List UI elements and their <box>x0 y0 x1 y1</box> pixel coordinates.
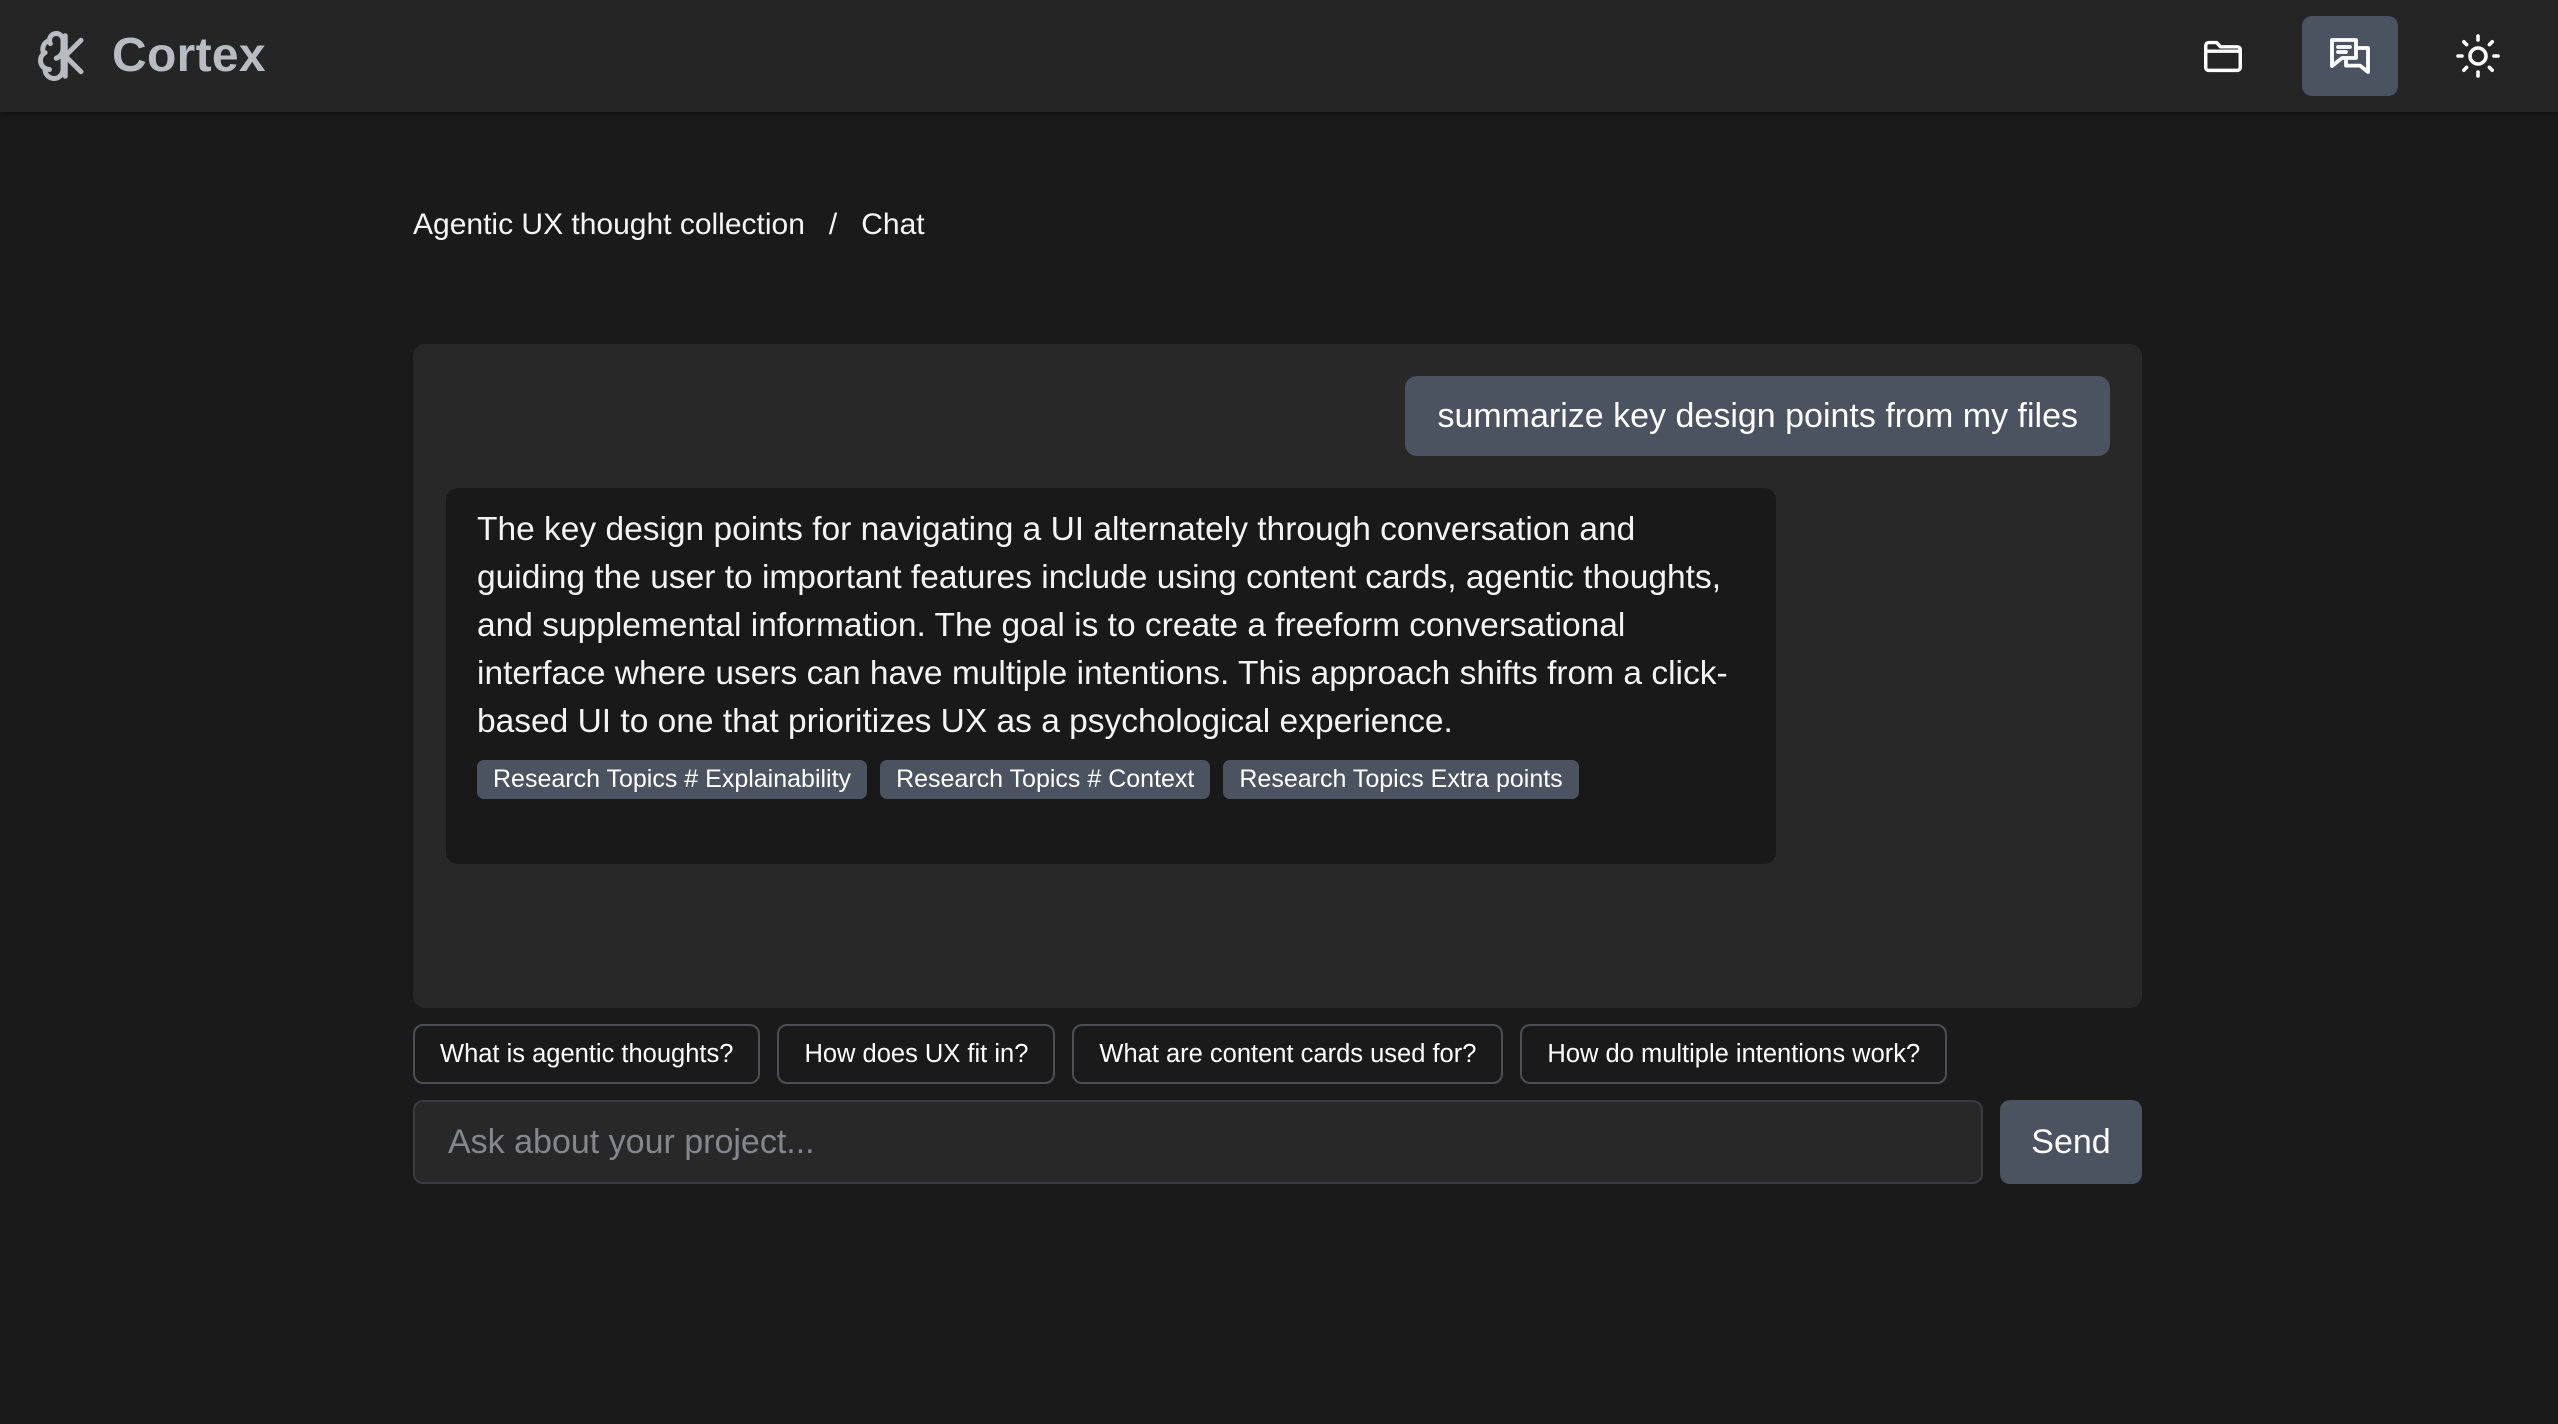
breadcrumb: Agentic UX thought collection / Chat <box>413 208 925 242</box>
brain-icon <box>38 30 84 81</box>
source-tag[interactable]: Research Topics Extra points <box>1223 760 1579 799</box>
breadcrumb-separator: / <box>828 208 838 241</box>
folder-icon <box>2204 40 2242 73</box>
brand[interactable]: Cortex <box>36 28 266 83</box>
top-bar: Cortex <box>0 0 2558 112</box>
app-name: Cortex <box>112 29 266 82</box>
suggestion-chip[interactable]: How does UX fit in? <box>777 1024 1056 1084</box>
user-message: summarize key design points from my file… <box>1405 376 2110 456</box>
assistant-message: The key design points for navigating a U… <box>446 488 1776 864</box>
breadcrumb-project[interactable]: Agentic UX thought collection <box>413 208 805 242</box>
suggested-prompts: What is agentic thoughts? How does UX fi… <box>413 1024 1948 1084</box>
chat-input[interactable] <box>413 1100 1983 1184</box>
source-tag[interactable]: Research Topics # Context <box>880 760 1211 799</box>
breadcrumb-current: Chat <box>861 208 925 241</box>
chat-icon <box>2330 38 2370 74</box>
files-button[interactable] <box>2175 16 2271 96</box>
send-button[interactable]: Send <box>2000 1100 2142 1184</box>
suggestion-chip[interactable]: How do multiple intentions work? <box>1520 1024 1948 1084</box>
suggestion-chip[interactable]: What is agentic thoughts? <box>413 1024 761 1084</box>
source-tags: Research Topics # Explainability Researc… <box>477 760 1746 799</box>
theme-toggle-button[interactable] <box>2430 16 2526 96</box>
sun-icon <box>2456 34 2500 78</box>
chat-button[interactable] <box>2302 16 2398 96</box>
suggestion-chip[interactable]: What are content cards used for? <box>1072 1024 1504 1084</box>
assistant-message-text: The key design points for navigating a U… <box>477 511 1728 740</box>
source-tag[interactable]: Research Topics # Explainability <box>477 760 868 799</box>
chat-panel[interactable]: summarize key design points from my file… <box>413 344 2142 1008</box>
composer: Send <box>413 1100 2142 1184</box>
user-message-text: summarize key design points from my file… <box>1437 396 2078 435</box>
